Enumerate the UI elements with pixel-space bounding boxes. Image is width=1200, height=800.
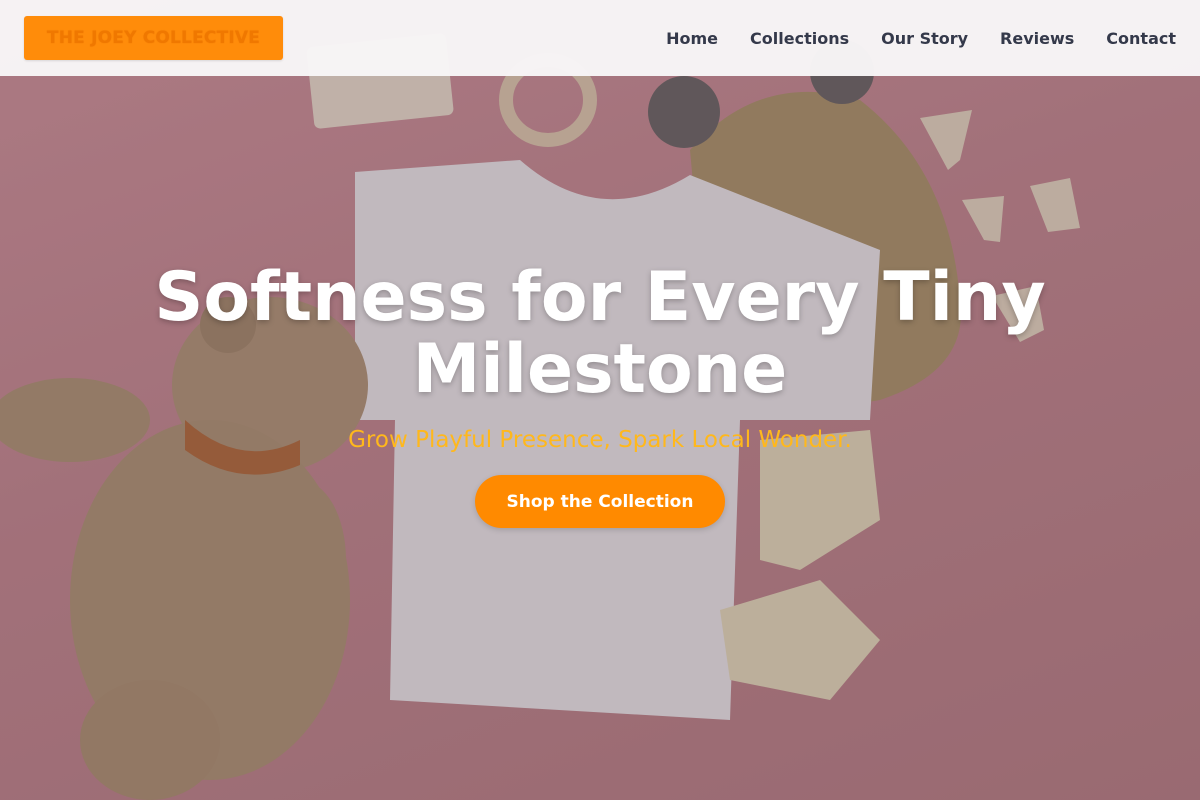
brand-logo-text: THE JOEY COLLECTIVE	[46, 28, 261, 48]
brand-logo[interactable]: THE JOEY COLLECTIVE	[24, 16, 283, 60]
top-navbar: THE JOEY COLLECTIVE Home Collections Our…	[0, 0, 1200, 76]
hero-title: Softness for Every Tiny Milestone	[154, 258, 1046, 409]
nav-link-our-story[interactable]: Our Story	[881, 29, 968, 48]
hero-section: Softness for Every Tiny Milestone Grow P…	[0, 262, 1200, 528]
shop-collection-button[interactable]: Shop the Collection	[474, 475, 726, 528]
nav-link-reviews[interactable]: Reviews	[1000, 29, 1074, 48]
nav-link-collections[interactable]: Collections	[750, 29, 849, 48]
nav-link-contact[interactable]: Contact	[1106, 29, 1176, 48]
hero-subtitle: Grow Playful Presence, Spark Local Wonde…	[348, 427, 852, 453]
nav-link-home[interactable]: Home	[666, 29, 718, 48]
main-nav: Home Collections Our Story Reviews Conta…	[634, 29, 1176, 48]
